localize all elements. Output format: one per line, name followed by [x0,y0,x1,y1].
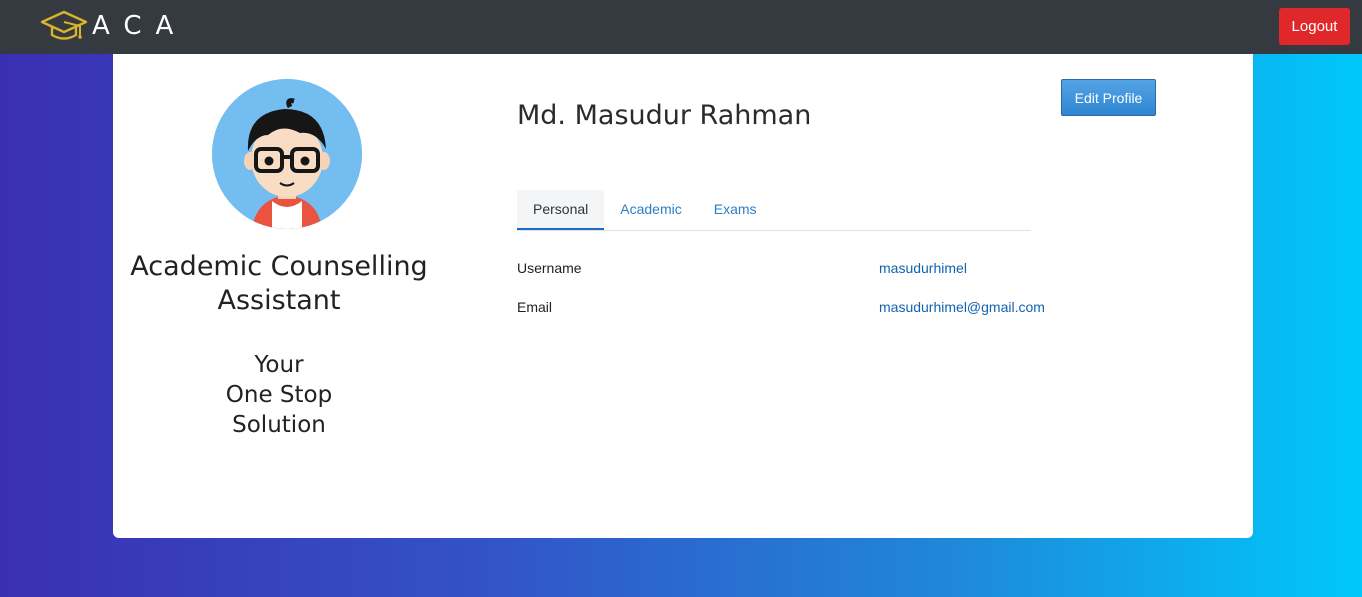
profile-tabs: Personal Academic Exams [517,190,1031,231]
field-label: Email [517,299,553,315]
field-row-username: Username masudurhimel [517,260,1157,280]
tab-academic[interactable]: Academic [604,190,697,230]
profile-card: Academic Counselling Assistant Your One … [113,54,1253,538]
brand-logo[interactable]: ACA [40,8,187,44]
graduation-cap-icon [40,10,88,40]
tagline-line: Solution [232,412,326,438]
tab-personal[interactable]: Personal [517,190,605,230]
tagline-line: One Stop [225,382,333,408]
logout-button[interactable]: Logout [1279,8,1350,45]
tagline: Your One Stop Solution [113,350,445,440]
tab-exams[interactable]: Exams [698,190,773,230]
user-avatar-illustration [212,79,362,229]
avatar [212,79,362,229]
brand-text: ACA [92,11,188,41]
app-title: Academic Counselling Assistant [130,251,428,316]
profile-name: Md. Masudur Rahman [517,100,812,131]
field-row-email: Email masudurhimel@gmail.com [517,299,1157,319]
field-value: masudurhimel@gmail.com [879,299,1045,315]
top-navbar: ACA Logout [0,0,1362,54]
edit-profile-button[interactable]: Edit Profile [1061,79,1156,116]
field-label: Username [517,260,582,276]
tagline-line: Your [254,352,304,378]
field-value: masudurhimel [879,260,967,276]
